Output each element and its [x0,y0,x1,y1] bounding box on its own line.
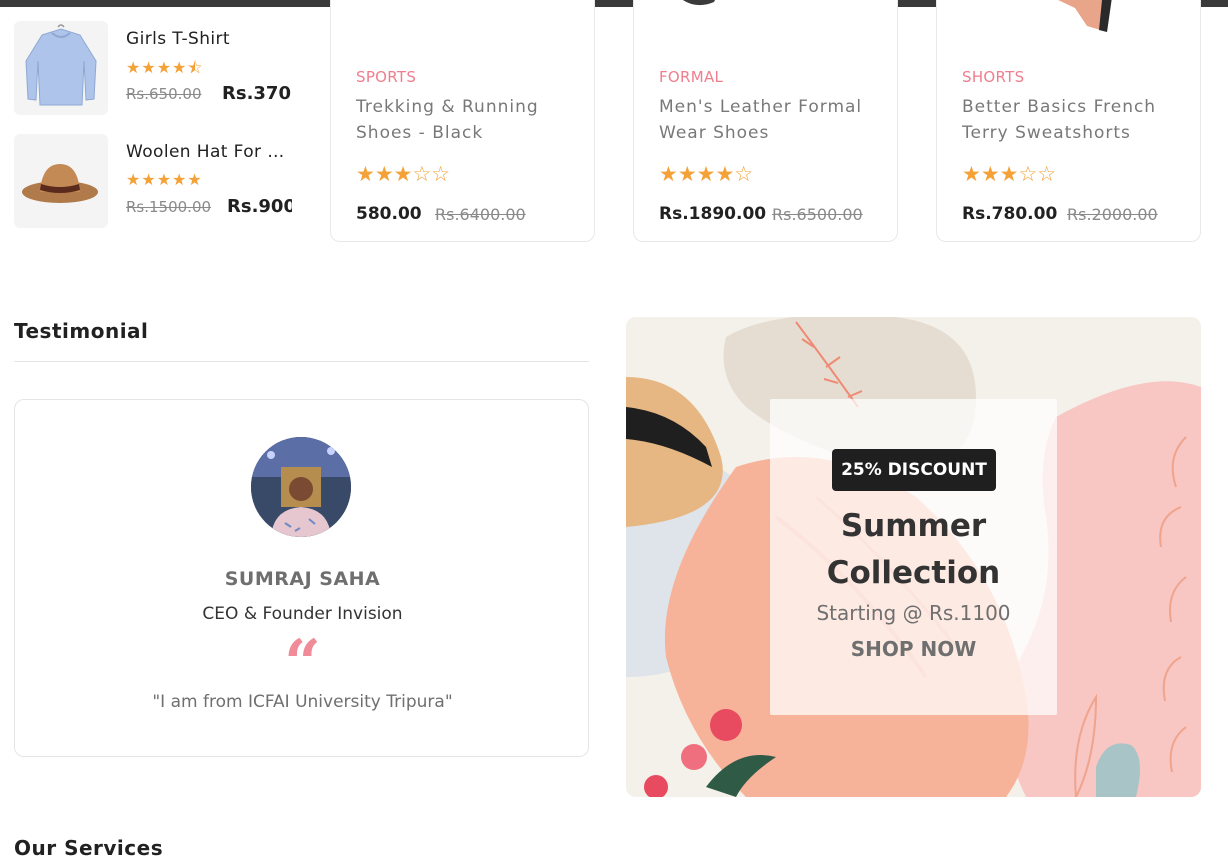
rating-stars: ★★★★☆ [659,162,754,186]
rating-stars: ★★★★★ [126,170,203,189]
mini-product-name[interactable]: Girls T-Shirt [126,29,296,49]
product-title[interactable]: Trekking & Running Shoes - Black [356,94,571,146]
product-price: 580.00 [356,204,422,224]
services-heading: Our Services [14,836,164,860]
product-category[interactable]: FORMAL [659,68,723,86]
banner-subtitle: Starting @ Rs.1100 [816,601,1011,625]
product-card[interactable]: SHORTS Better Basics French Terry Sweats… [936,0,1201,242]
product-image[interactable] [634,0,897,50]
rating-stars: ★★★★⯪ [126,58,204,77]
mini-product-item[interactable]: Woolen Hat For … ★★★★★ Rs.1500.00 Rs.900… [14,134,294,228]
mini-product-item[interactable]: Girls T-Shirt ★★★★⯪ Rs.650.00 Rs.370.00 [14,21,294,115]
rating-stars: ★★★☆☆ [962,162,1057,186]
shop-now-button[interactable]: SHOP NOW [770,637,1057,661]
banner-content-box: 25% DISCOUNT Summer Collection Starting … [770,399,1057,715]
new-price: Rs.900.00 [227,196,292,217]
person-photo-icon [251,437,351,537]
testimonial-quote: "I am from ICFAI University Tripura" [152,692,453,712]
product-old-price: Rs.2000.00 [1067,205,1158,224]
hat-icon [22,164,98,203]
product-old-price: Rs.6400.00 [435,205,526,224]
product-title[interactable]: Men's Leather Formal Wear Shoes [659,94,874,146]
hat-image[interactable] [14,134,108,228]
testimonial-name: SUMRAJ SAHA [224,568,381,590]
sweater-icon [25,24,97,106]
old-price: Rs.650.00 [126,85,202,103]
shoe-icon [683,0,715,5]
product-price: Rs.780.00 [962,204,1058,224]
discount-badge: 25% DISCOUNT [832,449,996,491]
product-card[interactable]: FORMAL Men's Leather Formal Wear Shoes ★… [633,0,898,242]
sweater-image[interactable] [14,21,108,115]
section-divider [14,361,589,362]
quote-icon: “ [284,626,321,701]
product-category[interactable]: SPORTS [356,68,416,86]
product-price: Rs.1890.00 [659,204,767,224]
mini-product-name[interactable]: Woolen Hat For … [126,142,296,162]
summer-collection-banner[interactable]: 25% DISCOUNT Summer Collection Starting … [626,317,1201,797]
shorts-icon [1058,0,1112,32]
new-price: Rs.370.00 [222,83,292,104]
testimonial-heading: Testimonial [14,319,149,343]
banner-title: Summer Collection [826,508,1001,591]
product-old-price: Rs.6500.00 [772,205,863,224]
product-image[interactable] [331,0,594,50]
avatar [251,437,351,537]
rating-stars: ★★★☆☆ [356,162,451,186]
old-price: Rs.1500.00 [126,198,212,216]
product-title[interactable]: Better Basics French Terry Sweatshorts [962,94,1177,146]
product-category[interactable]: SHORTS [962,68,1024,86]
testimonial-card: SUMRAJ SAHA CEO & Founder Invision “ "I … [14,399,589,757]
testimonial-role: CEO & Founder Invision [202,604,403,624]
product-image[interactable] [937,0,1200,50]
product-card[interactable]: SPORTS Trekking & Running Shoes - Black … [330,0,595,242]
